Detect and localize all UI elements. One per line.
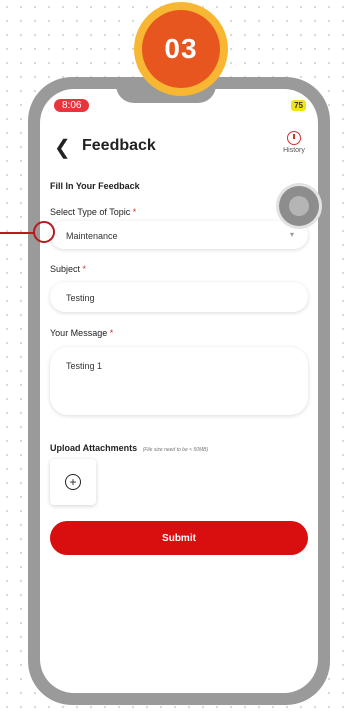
history-button[interactable]: History	[274, 131, 314, 154]
plus-circle-icon: +	[65, 474, 81, 490]
subject-label-text: Subject	[50, 264, 81, 274]
upload-note: (File size need to be < 50MB)	[142, 447, 209, 453]
status-time: 8:06	[54, 99, 90, 112]
message-textarea[interactable]: Testing 1	[50, 347, 308, 415]
callout-line	[0, 232, 34, 234]
battery-indicator: 75	[291, 100, 306, 111]
section-title: Fill In Your Feedback	[50, 181, 140, 191]
history-label: History	[283, 147, 305, 154]
step-number: 03	[142, 10, 220, 88]
required-marker: *	[132, 207, 137, 217]
chevron-left-icon[interactable]: ❮	[54, 135, 71, 160]
message-label: Your Message *	[50, 328, 113, 338]
topic-value: Maintenance	[66, 231, 118, 241]
submit-button[interactable]: Submit	[50, 521, 308, 555]
chevron-down-icon: ▾	[289, 230, 294, 239]
upload-label-text: Upload Attachments	[50, 443, 138, 453]
subject-label: Subject *	[50, 264, 86, 274]
upload-label: Upload Attachments (File size need to be…	[50, 443, 208, 453]
message-value: Testing 1	[66, 361, 103, 371]
page-title: Feedback	[82, 137, 156, 154]
topic-label: Select Type of Topic *	[50, 207, 136, 217]
topic-select[interactable]: Maintenance ▾	[50, 221, 308, 249]
phone-screen: 8:06 75 ❮ Feedback History Fill In Your …	[40, 89, 318, 693]
callout-circle	[33, 221, 55, 243]
topic-label-text: Select Type of Topic	[50, 207, 131, 217]
upload-attachment-button[interactable]: +	[50, 459, 96, 505]
required-marker: *	[82, 264, 87, 274]
touch-indicator	[279, 186, 319, 226]
phone-frame: 8:06 75 ❮ Feedback History Fill In Your …	[28, 77, 330, 705]
clock-history-icon	[287, 131, 301, 145]
subject-input[interactable]: Testing	[50, 282, 308, 312]
message-label-text: Your Message	[50, 328, 108, 338]
required-marker: *	[109, 328, 114, 338]
app-header: ❮ Feedback History	[40, 131, 318, 171]
step-badge: 03	[134, 2, 228, 96]
subject-value: Testing	[66, 293, 95, 303]
